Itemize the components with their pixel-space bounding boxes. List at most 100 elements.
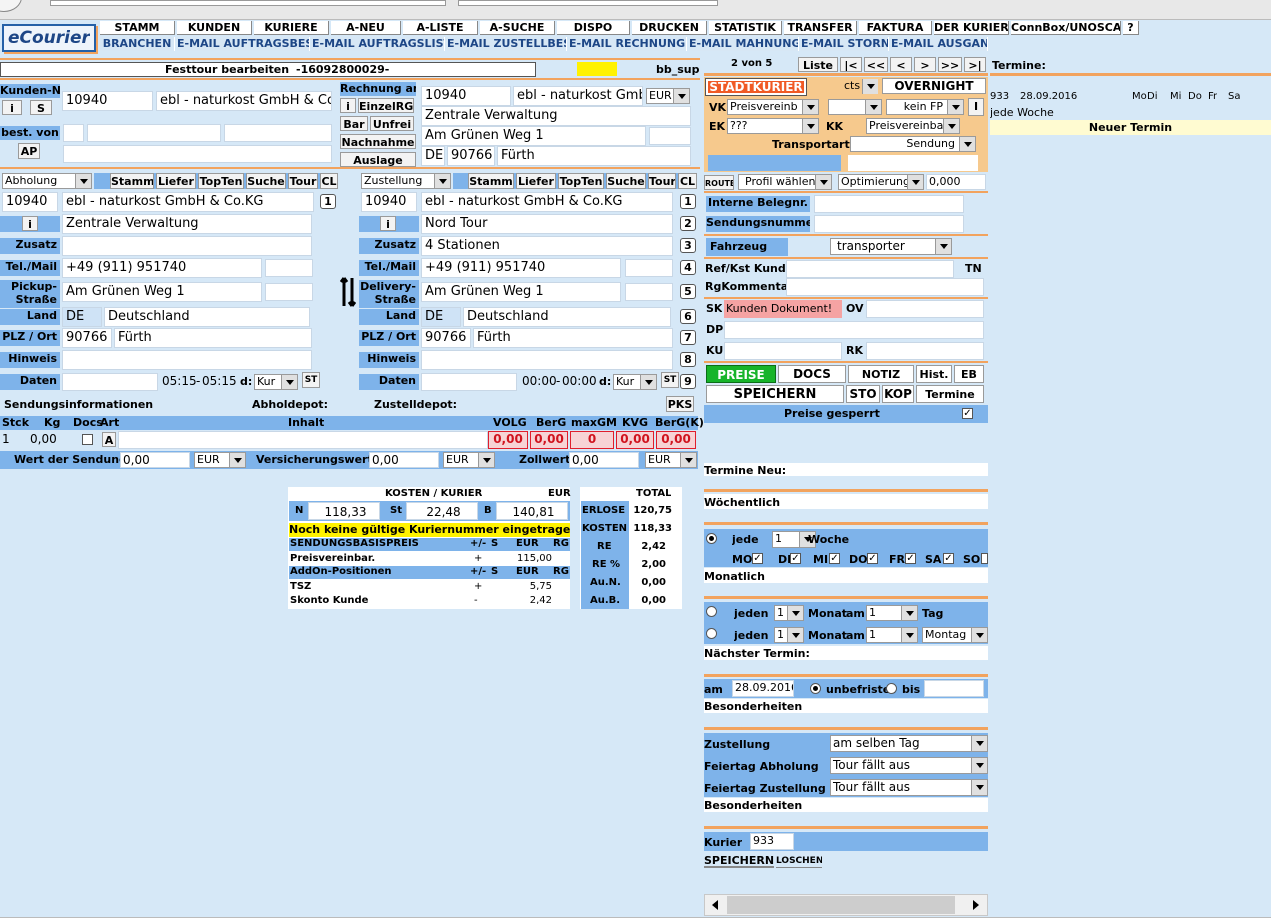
pickup-street-extra[interactable] [265,283,313,301]
delivery-row-number-1[interactable]: 1 [680,194,696,209]
scroll-right-arrow-icon[interactable] [966,895,986,915]
delivery-d-select[interactable]: Kur [613,374,657,390]
delivery-tab-suche[interactable]: Suche [606,173,646,189]
pickup-tab-suche[interactable]: Suche [246,173,286,189]
weekday-select[interactable]: Montag [922,627,988,643]
nav-dispo[interactable]: DISPO [557,21,630,35]
vk-select[interactable]: Preisvereinb [727,99,819,115]
top-field-left[interactable] [50,0,446,6]
delivery-row-number-6[interactable]: 6 [680,309,696,324]
customer-info-button[interactable]: i [2,100,22,115]
day-checkbox-mo[interactable] [752,553,763,564]
ov-field[interactable] [866,300,984,318]
chevron-down-icon[interactable] [865,100,881,114]
nav-a-neu[interactable]: A-NEU [331,21,401,35]
first-page-button[interactable]: |< [840,57,862,72]
delivery-city-field[interactable]: Fürth [473,328,673,348]
nav-branchen[interactable]: BRANCHEN [100,37,175,51]
kop-button[interactable]: KOP [882,385,914,403]
chevron-down-icon[interactable] [935,239,951,254]
save-button[interactable]: SPEICHERN [706,385,844,403]
new-term-button[interactable]: Neuer Termin [990,120,1271,135]
delivery-row-number-8[interactable]: 8 [680,352,696,367]
delivery-st-button[interactable]: ST [661,372,679,388]
chevron-down-icon[interactable] [673,89,689,103]
day-checkbox-di[interactable] [790,553,801,564]
internal-number-field[interactable] [814,195,964,213]
scroll-left-arrow-icon[interactable] [705,895,725,915]
pickup-note-field[interactable] [62,350,312,370]
monthly-radio-1[interactable] [706,606,717,617]
notiz-button[interactable]: NOTIZ [848,365,914,383]
pickup-department-field[interactable]: Zentrale Verwaltung [62,214,312,234]
prev-button[interactable]: < [890,57,912,72]
chevron-down-icon[interactable] [229,453,245,467]
delivery-number-field[interactable]: 10940 [361,192,417,212]
nav-stamm[interactable]: STAMM [100,21,175,35]
chevron-down-icon[interactable] [478,453,494,467]
start-date-field[interactable]: 28.09.2016 [732,680,794,697]
chevron-down-icon[interactable] [862,79,878,94]
nav-transfer[interactable]: TRANSFER [784,21,857,35]
nav-email-auftragsliste[interactable]: E-MAIL AUFTRAGSLISTE [312,37,445,51]
customer-name-field[interactable]: ebl - naturkost GmbH & Co. [156,91,332,111]
single-invoice-button[interactable]: EinzelRG [358,98,414,113]
billing-city-field[interactable]: Fürth [497,146,691,166]
delivery-date-field[interactable] [421,373,517,391]
pickup-info-button[interactable]: i [22,216,38,231]
list-button[interactable]: Liste [798,57,838,72]
pickup-tab-tour[interactable]: Tour [288,173,318,189]
payout-button[interactable]: Auslage [340,152,416,167]
vk2-select[interactable] [828,99,882,115]
berg-value[interactable]: 0,00 [530,431,568,449]
vehicle-select[interactable]: transporter [830,238,952,255]
chevron-down-icon[interactable] [901,628,917,642]
prices-locked-checkbox[interactable] [962,408,973,419]
pickup-tab-cl[interactable]: CL [320,173,338,189]
billing-department-field[interactable]: Zentrale Verwaltung [421,106,691,126]
customs-currency[interactable]: EUR [645,452,697,468]
ordered-by-field-4[interactable] [63,145,332,163]
delivery-info-button[interactable]: i [380,216,396,231]
nav-help[interactable]: ? [1123,21,1139,35]
sto-button[interactable]: STO [846,385,880,403]
ordered-by-field-3[interactable] [224,124,332,142]
volg-value[interactable]: 0,00 [488,431,528,449]
chevron-down-icon[interactable] [971,780,987,795]
docs-checkbox[interactable] [82,434,93,445]
chevron-down-icon[interactable] [640,375,656,389]
delivery-row-number-2[interactable]: 2 [680,216,696,231]
day-n-select[interactable]: 1 [866,605,918,621]
delivery-time-from[interactable]: 00:00 [522,374,557,388]
nav-connbox[interactable]: ConnBox/UNOSCAN [1011,21,1121,35]
day-checkbox-mi[interactable] [829,553,840,564]
service-blue-field[interactable] [708,155,841,171]
pickup-mail-field[interactable] [265,259,313,277]
delivery-row-number-3[interactable]: 3 [680,238,696,253]
optimize-value-field[interactable]: 0,000 [926,174,986,190]
delivery-name-field[interactable]: ebl - naturkost GmbH & Co.KG [421,192,673,212]
pickup-number-field[interactable]: 10940 [2,192,58,212]
chevron-down-icon[interactable] [901,606,917,620]
nav-faktura[interactable]: FAKTURA [859,21,932,35]
delivery-row-number-7[interactable]: 7 [680,330,696,345]
holiday-delivery-select[interactable]: Tour fällt aus [830,779,988,796]
pickup-row-number-1[interactable]: 1 [320,194,336,209]
next-button[interactable]: > [914,57,936,72]
billing-info-button[interactable]: i [340,98,356,113]
chevron-down-icon[interactable] [787,606,803,620]
month-n2-select[interactable]: 1 [774,627,804,643]
delivery-street-field[interactable]: Am Grünen Weg 1 [421,282,621,302]
nav-der-kurier[interactable]: DER KURIER [934,21,1009,35]
billing-number-field[interactable]: 10940 [421,86,511,106]
day-checkbox-do[interactable] [867,553,878,564]
delivery-tab-cl[interactable]: CL [678,173,697,189]
bergk-value[interactable]: 0,00 [656,431,696,449]
pickup-country-code-field[interactable]: DE [62,307,102,327]
until-date-field[interactable] [924,680,984,697]
delivery-row-number-5[interactable]: 5 [680,284,696,299]
ek-select[interactable]: ??? [727,118,819,134]
delivery-tab-stamm[interactable]: Stamm [468,173,514,189]
billing-extra-field[interactable] [649,127,691,145]
shipment-value-field[interactable]: 0,00 [120,452,190,468]
